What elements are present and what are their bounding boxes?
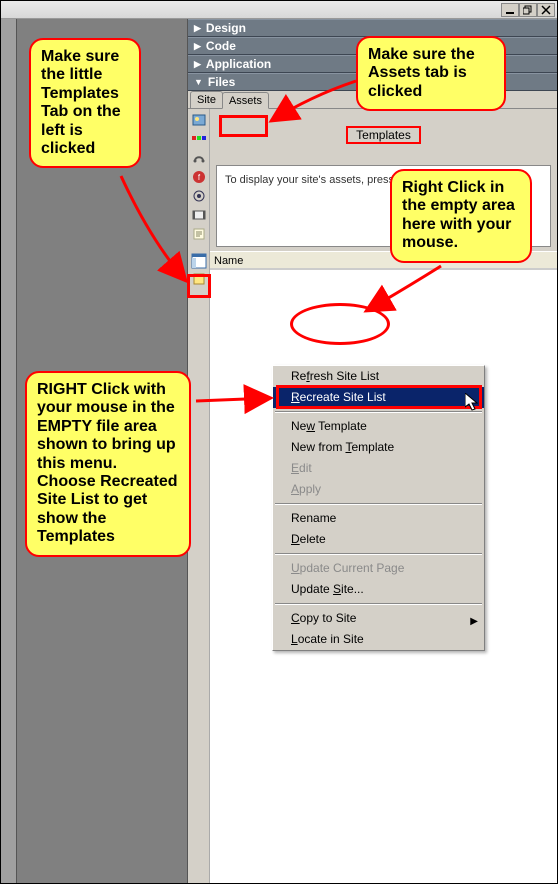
assets-category-icons: f — [188, 109, 210, 251]
annotation-callout-menu: RIGHT Click with your mouse in the EMPTY… — [25, 371, 191, 557]
menu-rename[interactable]: Rename — [273, 508, 484, 529]
left-dock-strip — [1, 19, 17, 883]
templates-icon[interactable] — [191, 253, 207, 269]
flash-icon[interactable]: f — [191, 169, 207, 185]
callout-text: Make sure the Assets tab is clicked — [368, 46, 475, 100]
panel-label: Design — [206, 19, 246, 37]
callout-text: RIGHT Click with your mouse in the EMPTY… — [37, 381, 178, 545]
window-titlebar — [1, 1, 557, 19]
mouse-cursor-icon — [465, 393, 481, 413]
assets-category-icons-lower — [188, 251, 210, 883]
panel-header-design[interactable]: ▶ Design — [188, 19, 557, 37]
shockwave-icon[interactable] — [191, 188, 207, 204]
tab-site[interactable]: Site — [190, 91, 223, 108]
templates-heading: Templates — [346, 126, 421, 144]
chevron-right-icon: ▶ — [194, 37, 201, 55]
menu-recreate-site-list[interactable]: Recreate Site List — [273, 387, 484, 408]
context-menu: Refresh Site List Recreate Site List New… — [272, 365, 485, 651]
callout-text: Make sure the little Templates Tab on th… — [41, 48, 121, 157]
menu-copy-to-site[interactable]: Copy to Site▶ — [273, 608, 484, 629]
menu-locate-in-site[interactable]: Locate in Site — [273, 629, 484, 650]
menu-update-current-page: Update Current Page — [273, 558, 484, 579]
column-name-label: Name — [214, 255, 243, 267]
tab-label: Site — [197, 94, 216, 106]
annotation-callout-right-click: Right Click in the empty area here with … — [390, 169, 532, 263]
panel-label: Code — [206, 37, 236, 55]
window-close-button[interactable] — [537, 3, 555, 17]
menu-refresh-site-list[interactable]: Refresh Site List — [273, 366, 484, 387]
panel-label: Application — [206, 55, 271, 73]
menu-delete[interactable]: Delete — [273, 529, 484, 550]
callout-text: Right Click in the empty area here with … — [402, 179, 515, 251]
chevron-down-icon: ▼ — [194, 73, 203, 91]
annotation-callout-assets-tab: Make sure the Assets tab is clicked — [356, 36, 506, 111]
menu-edit: Edit — [273, 458, 484, 479]
menu-apply: Apply — [273, 479, 484, 500]
colors-icon[interactable] — [191, 131, 207, 147]
images-icon[interactable] — [191, 112, 207, 128]
menu-separator — [275, 411, 482, 413]
scripts-icon[interactable] — [191, 226, 207, 242]
templates-heading-row: Templates — [210, 109, 557, 161]
window-max-button[interactable] — [519, 3, 537, 17]
menu-new-template[interactable]: New Template — [273, 416, 484, 437]
chevron-right-icon: ▶ — [194, 55, 201, 73]
tab-label: Assets — [229, 95, 262, 107]
urls-icon[interactable] — [191, 150, 207, 166]
tab-assets[interactable]: Assets — [222, 92, 269, 109]
chevron-right-icon: ▶ — [194, 19, 201, 37]
panel-label: Files — [208, 73, 235, 91]
library-icon[interactable] — [192, 272, 206, 286]
menu-separator — [275, 553, 482, 555]
menu-new-from-template[interactable]: New from Template — [273, 437, 484, 458]
movies-icon[interactable] — [191, 207, 207, 223]
menu-separator — [275, 603, 482, 605]
annotation-callout-templates-tab: Make sure the little Templates Tab on th… — [29, 38, 141, 168]
preview-text: To display your site's assets, press — [225, 174, 394, 186]
menu-update-site[interactable]: Update Site... — [273, 579, 484, 600]
window-min-button[interactable] — [501, 3, 519, 17]
menu-separator — [275, 503, 482, 505]
